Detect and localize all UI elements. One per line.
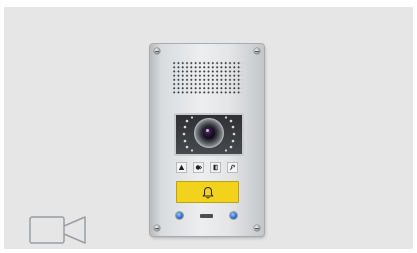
status-led-right [230,212,237,219]
intercom-door-station [150,44,264,236]
screw-top-left [154,48,160,54]
screw-bottom-right [254,225,260,231]
alarm-bell-icon [176,162,187,173]
product-image-area [4,7,413,249]
video-camera-icon[interactable] [29,214,89,246]
screw-top-right [254,48,260,54]
camera-lens [194,118,224,148]
status-icon-row [176,162,238,173]
camera-module [174,113,244,156]
status-led-left [176,212,183,219]
hearing-loop-icon [227,162,238,173]
call-button[interactable] [176,181,239,203]
brand-logo [200,214,213,218]
screw-bottom-left [154,225,160,231]
speaker-grille [172,61,242,95]
bell-icon [202,186,213,198]
door-open-icon [210,162,221,173]
door-chime-icon [193,162,204,173]
